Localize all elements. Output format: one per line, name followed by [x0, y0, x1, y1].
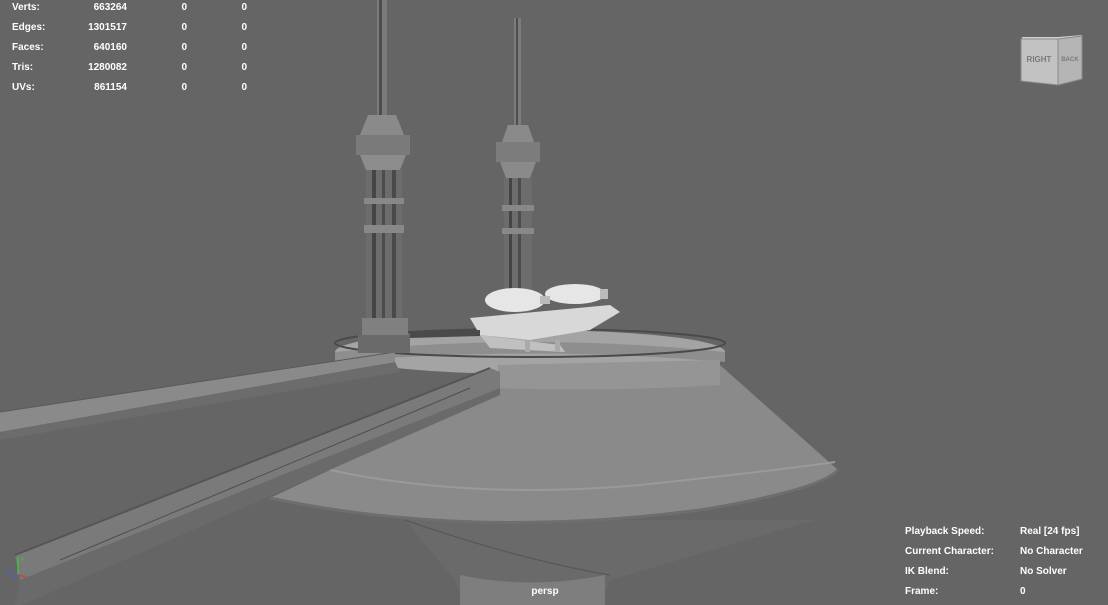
stats-row-uvs: UVs: 861154 0 0 — [12, 80, 262, 100]
hud-row-ik: IK Blend: No Solver — [905, 562, 1105, 582]
stat-component: 0 — [241, 62, 247, 73]
walkway-upper — [0, 352, 395, 432]
hud-row-frame: Frame: 0 — [905, 582, 1105, 602]
frame-value: 0 — [1020, 586, 1026, 597]
current-character-value: No Character — [1020, 546, 1083, 557]
hud-row-character: Current Character: No Character — [905, 542, 1105, 562]
stat-selected: 0 — [181, 2, 187, 13]
ik-blend-label: IK Blend: — [905, 566, 949, 577]
axis-gizmo: Y Z — [6, 557, 27, 578]
stat-component: 0 — [241, 2, 247, 13]
viewcube-back-label: BACK — [1061, 57, 1079, 63]
stat-component: 0 — [241, 82, 247, 93]
stat-value: 1301517 — [88, 22, 127, 33]
ik-blend-value: No Solver — [1020, 566, 1067, 577]
stat-label: Faces: — [12, 42, 44, 53]
stat-selected: 0 — [181, 22, 187, 33]
axis-z-line — [11, 574, 19, 578]
stat-component: 0 — [241, 22, 247, 33]
stat-value: 1280082 — [88, 62, 127, 73]
camera-name-label: persp — [531, 586, 559, 597]
axis-z-label: Z — [6, 569, 11, 576]
stat-value: 663264 — [93, 2, 127, 13]
stat-label: UVs: — [12, 82, 35, 93]
axis-x-line — [17, 574, 27, 578]
stats-row-edges: Edges: 1301517 0 0 — [12, 20, 262, 40]
stats-row-verts: Verts: 663264 0 0 — [12, 0, 262, 20]
viewcube-right-label: RIGHT — [1027, 55, 1052, 64]
stats-row-faces: Faces: 640160 0 0 — [12, 40, 262, 60]
playback-speed-value: Real [24 fps] — [1020, 526, 1080, 537]
pylon-left — [356, 0, 410, 353]
stat-label: Tris: — [12, 62, 34, 73]
pylon-right — [496, 18, 540, 290]
current-character-label: Current Character: — [905, 546, 994, 557]
stat-selected: 0 — [181, 42, 187, 53]
stat-value: 861154 — [94, 82, 127, 93]
frame-label: Frame: — [905, 586, 939, 597]
stat-label: Edges: — [12, 22, 46, 33]
playback-speed-label: Playback Speed: — [905, 526, 985, 537]
axis-y-label: Y — [20, 557, 25, 564]
stat-selected: 0 — [181, 62, 187, 73]
viewcube[interactable]: RIGHT BACK — [1018, 33, 1086, 87]
stats-row-tris: Tris: 1280082 0 0 — [12, 60, 262, 80]
hud-row-playback: Playback Speed: Real [24 fps] — [905, 522, 1105, 542]
stat-label: Verts: — [12, 2, 40, 13]
stat-value: 640160 — [93, 42, 127, 53]
stat-selected: 0 — [181, 82, 187, 93]
stat-component: 0 — [241, 42, 247, 53]
perspective-viewport[interactable]: Verts: 663264 0 0 Edges: 1301517 0 0 Fac… — [0, 0, 1108, 605]
